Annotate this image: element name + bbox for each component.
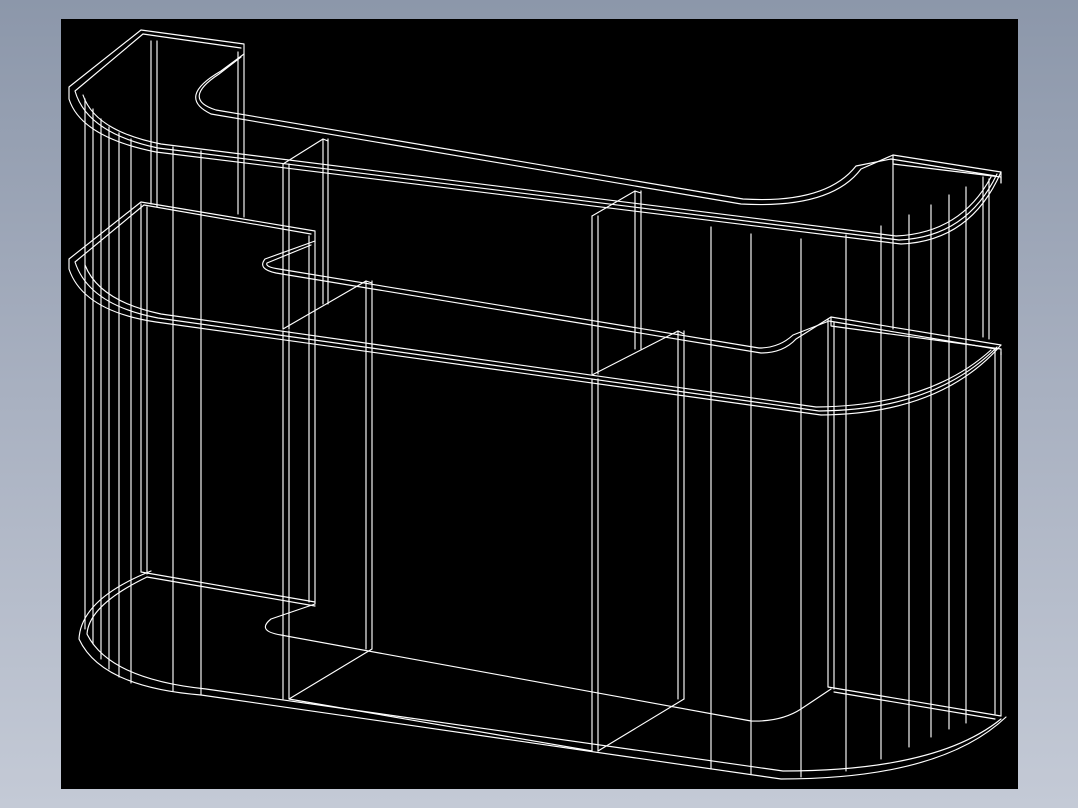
vertical-panels [140,40,1002,752]
base-plinth [78,570,1007,780]
cad-viewport[interactable] [61,19,1018,789]
counter-wireframe [68,29,1007,780]
counter-top [68,201,1002,416]
top-shelf [68,29,1002,245]
